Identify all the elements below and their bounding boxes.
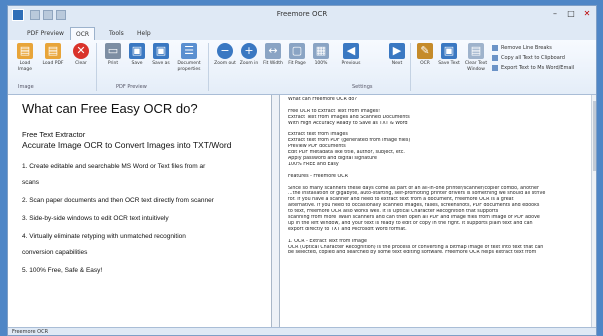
save-text-button[interactable]: ▣ Save Text — [436, 43, 462, 81]
document-subtitle-2: Accurate Image OCR to Convert Images int… — [22, 140, 232, 150]
copy-all-text-button[interactable]: Copy all Text to Clipboard — [492, 54, 596, 62]
zoom-100-icon: ▦ — [313, 43, 329, 59]
ocr-wand-icon: ✎ — [417, 43, 433, 59]
arrow-right-icon: ▶ — [389, 43, 405, 59]
print-button[interactable]: ▭ Print — [100, 43, 126, 81]
group-label-image: Image — [18, 84, 34, 90]
group-separator — [96, 43, 97, 91]
vertical-scrollbar[interactable] — [591, 95, 596, 327]
next-button[interactable]: ▶ Next — [384, 43, 410, 81]
floppy-as-icon: ▣ — [153, 43, 169, 59]
ribbon-tabs: PDF Preview OCR Tools Help — [8, 26, 596, 40]
export-word-icon — [492, 64, 498, 71]
tab-tools[interactable]: Tools — [104, 27, 129, 40]
clear-text-icon: ▤ — [468, 43, 484, 59]
copy-icon — [492, 54, 498, 61]
folder-image-icon: ▤ — [17, 43, 33, 59]
scrollbar-thumb[interactable] — [593, 101, 596, 171]
document-properties-icon: ☰ — [181, 43, 197, 59]
save-text-icon: ▣ — [441, 43, 457, 59]
save-button[interactable]: ▣ Save — [124, 43, 150, 81]
clear-button[interactable]: ✕ Clear — [68, 43, 94, 81]
fit-page-icon: ▢ — [289, 43, 305, 59]
app-window: Freemore OCR – □ ✕ PDF Preview OCR Tools… — [7, 5, 597, 336]
group-label-settings: Settings — [352, 84, 373, 90]
document-item: 3. Side-by-side windows to edit OCR text… — [22, 215, 169, 222]
remove-line-breaks-button[interactable]: Remove Line Breaks — [492, 44, 596, 52]
document-item-continued: conversion capabilities — [22, 249, 88, 256]
ocr-text-pane[interactable]: What can Freemore OCR do? Free OCR to Ext… — [280, 95, 596, 327]
clear-red-icon: ✕ — [73, 43, 89, 59]
zoom-out-icon: − — [217, 43, 233, 59]
zoom-out-button[interactable]: − Zoom out — [212, 43, 238, 81]
group-separator — [410, 43, 411, 91]
pane-splitter[interactable] — [272, 95, 280, 327]
document-item: 4. Virtually eliminate retyping with unm… — [22, 233, 186, 240]
ocr-text-content[interactable]: What can Freemore OCR do? Free OCR to Ext… — [288, 97, 584, 256]
image-preview-pane[interactable]: What can Free Easy OCR do? Free Text Ext… — [8, 95, 272, 327]
window-title: Freemore OCR — [276, 10, 328, 18]
group-label-pdf-preview: PDF Preview — [116, 84, 147, 90]
maximize-button[interactable]: □ — [564, 8, 578, 20]
fit-page-button[interactable]: ▢ Fit Page — [284, 43, 310, 81]
clear-text-window-button[interactable]: ▤ Clear Text Window — [462, 43, 490, 81]
fit-width-button[interactable]: ↔ Fit Width — [260, 43, 286, 81]
document-item: 2. Scan paper documents and then OCR tex… — [22, 197, 214, 204]
tab-ocr[interactable]: OCR — [70, 27, 96, 40]
document-title: What can Free Easy OCR do? — [22, 101, 198, 116]
ocr-text-line: be selected, copied and searched by some… — [288, 250, 537, 256]
group-separator — [208, 43, 209, 91]
load-pdf-button[interactable]: ▤ Load PDF — [40, 43, 66, 81]
document-properties-button[interactable]: ☰ Document properties — [172, 43, 206, 81]
minimize-button[interactable]: – — [548, 8, 562, 20]
load-image-button[interactable]: ▤ Load Image — [12, 43, 38, 81]
title-bar: Freemore OCR – □ ✕ — [8, 6, 596, 26]
previous-button[interactable]: ◀ Previous — [336, 43, 366, 81]
zoom-in-button[interactable]: + Zoom in — [236, 43, 262, 81]
printer-icon: ▭ — [105, 43, 121, 59]
document-item-continued: scans — [22, 179, 39, 186]
floppy-icon: ▣ — [129, 43, 145, 59]
tab-pdf-preview[interactable]: PDF Preview — [22, 27, 69, 40]
document-subtitle: Free Text Extractor — [22, 130, 86, 139]
arrow-left-icon: ◀ — [343, 43, 359, 59]
ocr-button[interactable]: ✎ OCR — [412, 43, 438, 81]
fit-width-icon: ↔ — [265, 43, 281, 59]
folder-pdf-icon: ▤ — [45, 43, 61, 59]
remove-line-breaks-icon — [492, 44, 498, 51]
tab-help[interactable]: Help — [132, 27, 156, 40]
scanned-document: What can Free Easy OCR do? Free Text Ext… — [22, 101, 270, 285]
status-bar: Freemore OCR — [8, 327, 596, 335]
save-as-button[interactable]: ▣ Save as — [148, 43, 174, 81]
document-item: 5. 100% Free, Safe & Easy! — [22, 267, 103, 274]
export-text-button[interactable]: Export Text to Ms Word/Email — [492, 64, 596, 72]
close-button[interactable]: ✕ — [580, 8, 594, 20]
ribbon: ▤ Load Image ▤ Load PDF ✕ Clear Image ▭ … — [8, 40, 596, 95]
zoom-100-button[interactable]: ▦ 100% — [308, 43, 334, 81]
document-item: 1. Create editable and searchable MS Wor… — [22, 163, 206, 170]
zoom-in-icon: + — [241, 43, 257, 59]
